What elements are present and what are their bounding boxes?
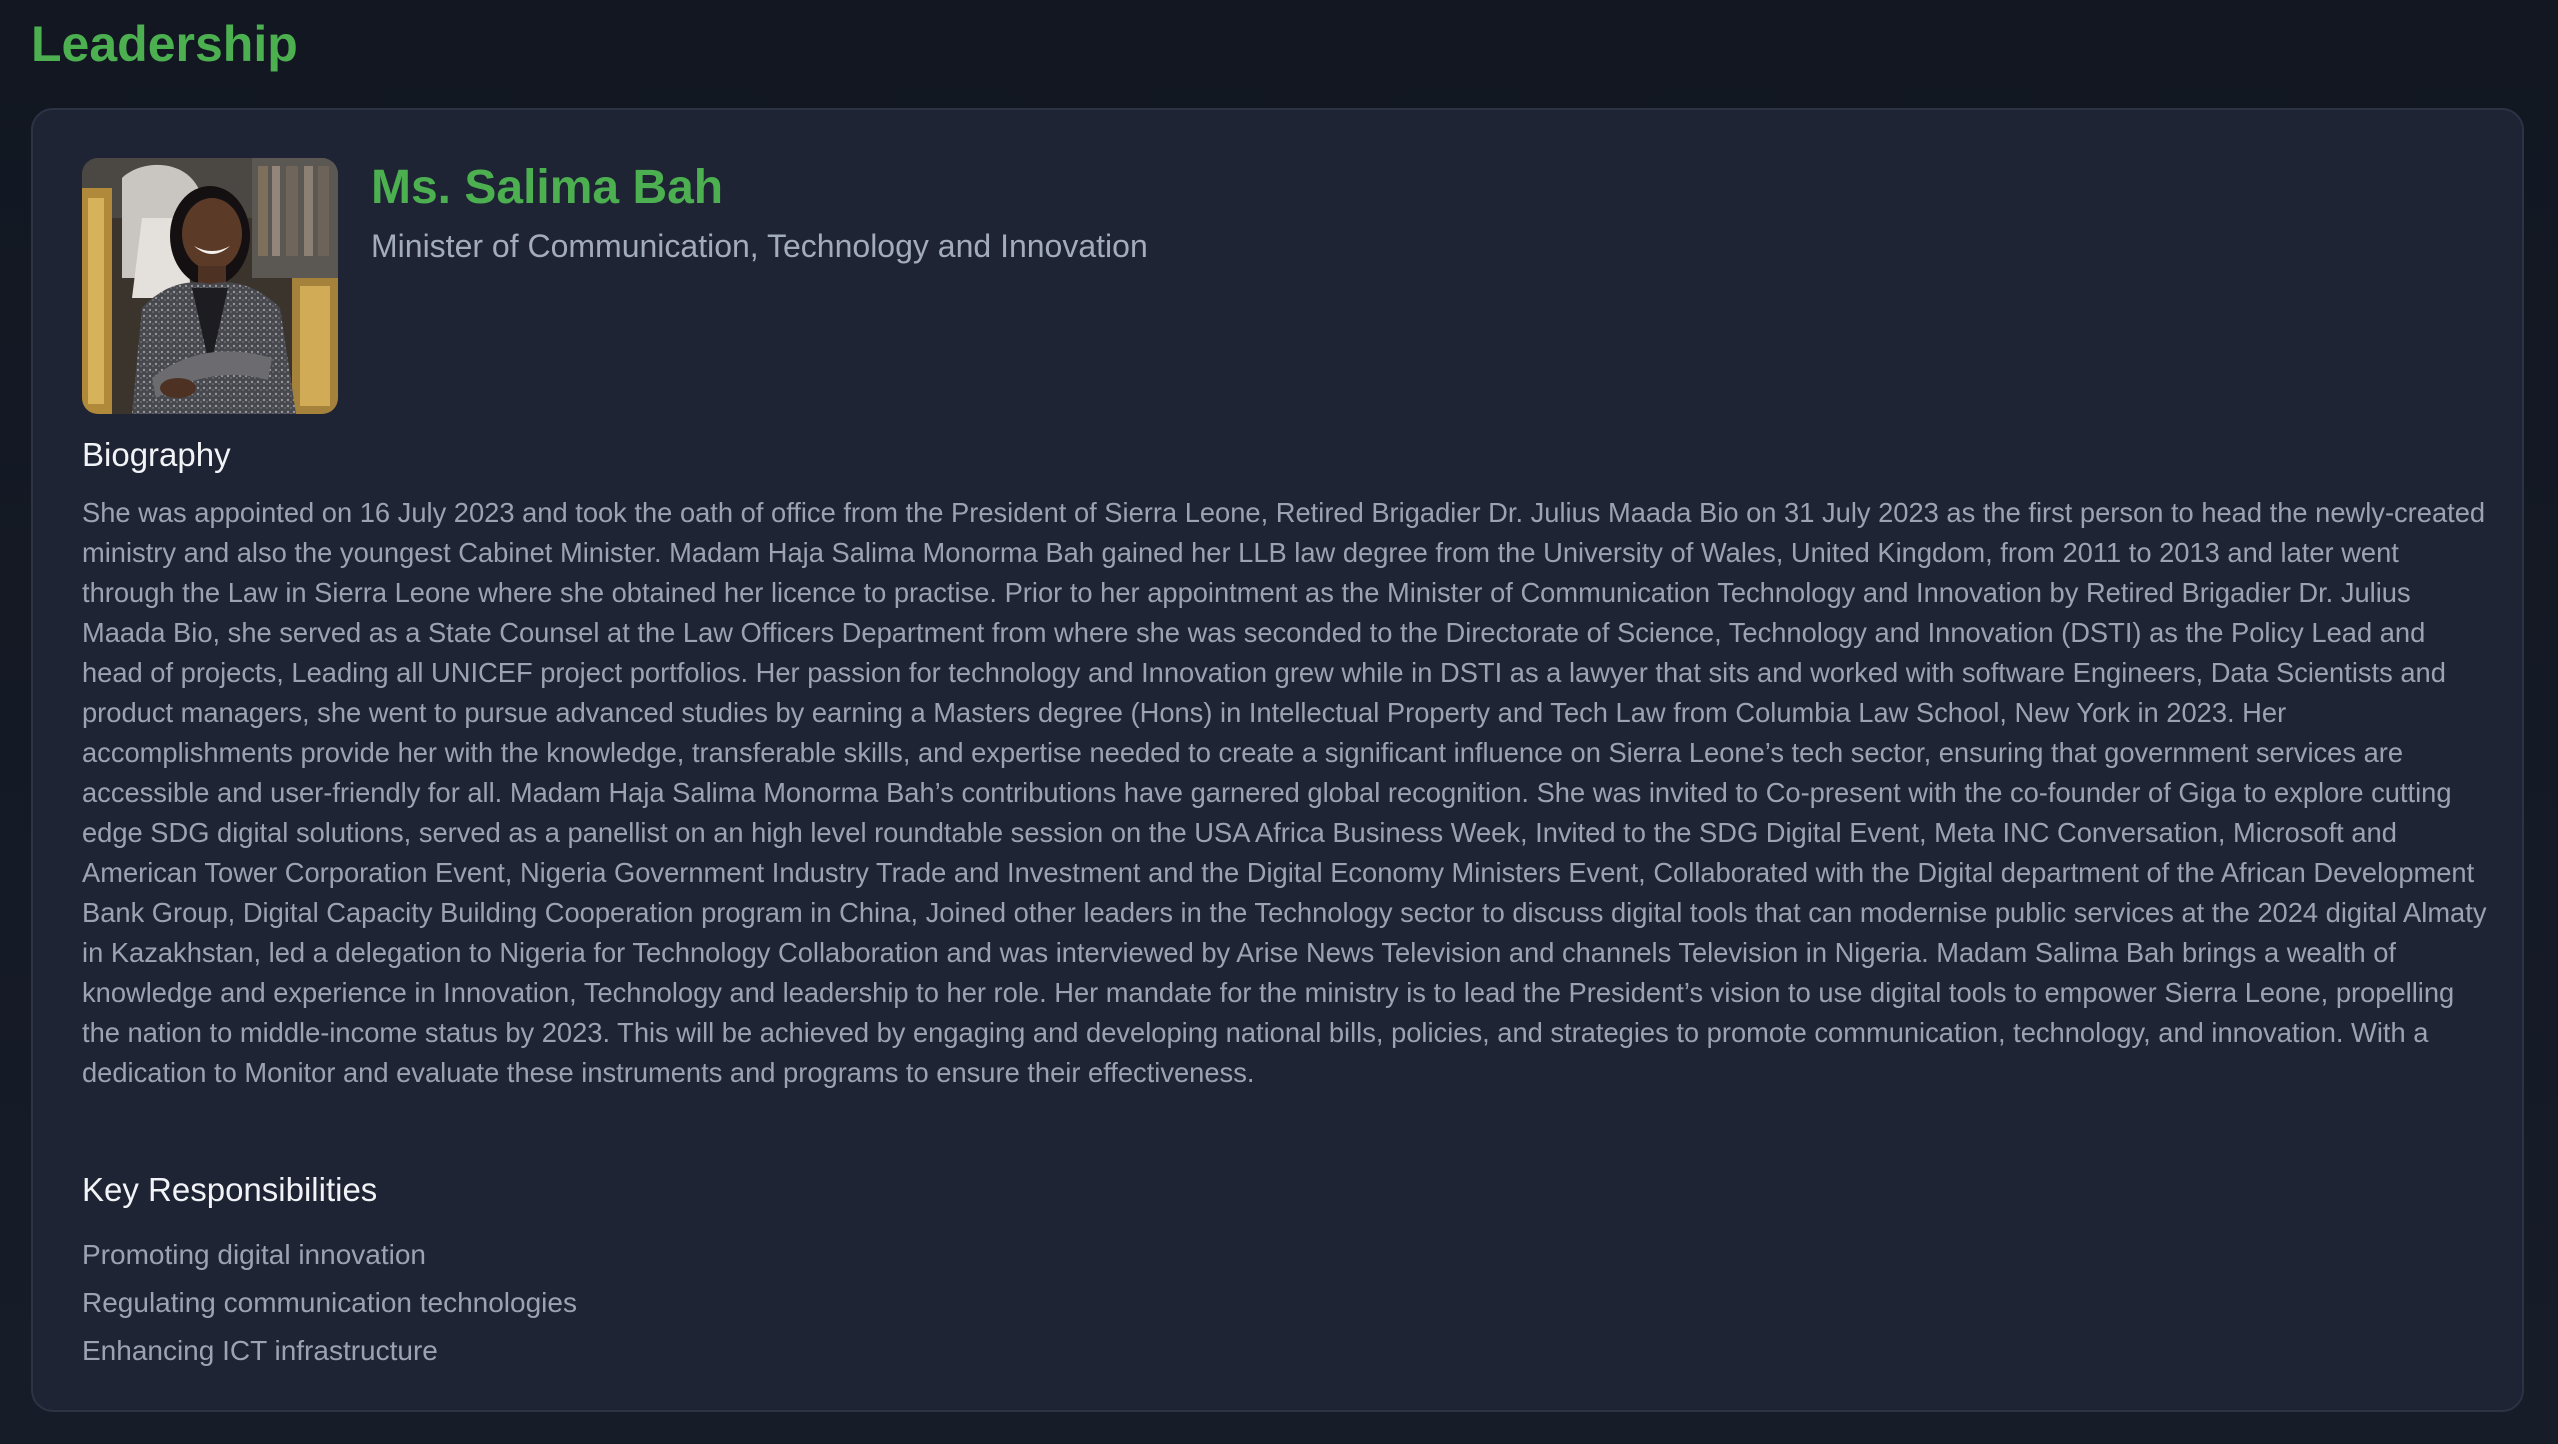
responsibility-item: Promoting digital innovation (82, 1239, 426, 1270)
biography-heading: Biography (82, 436, 231, 473)
responsibilities-heading: Key Responsibilities (82, 1171, 378, 1208)
leader-profile-card: Ms. Salima Bah Minister of Communication… (31, 108, 2524, 1412)
portrait-photo (82, 158, 338, 414)
responsibility-item: Enhancing ICT infrastructure (82, 1335, 438, 1366)
leader-role: Minister of Communication, Technology an… (371, 228, 1148, 264)
responsibilities-list: Promoting digital innovation Regulating … (82, 1231, 577, 1375)
responsibility-item: Regulating communication technologies (82, 1287, 577, 1318)
portrait-illustration (82, 158, 338, 414)
leader-name: Ms. Salima Bah (371, 161, 724, 214)
page-title: Leadership (31, 16, 298, 72)
biography-text: She was appointed on 16 July 2023 and to… (82, 497, 2487, 1088)
